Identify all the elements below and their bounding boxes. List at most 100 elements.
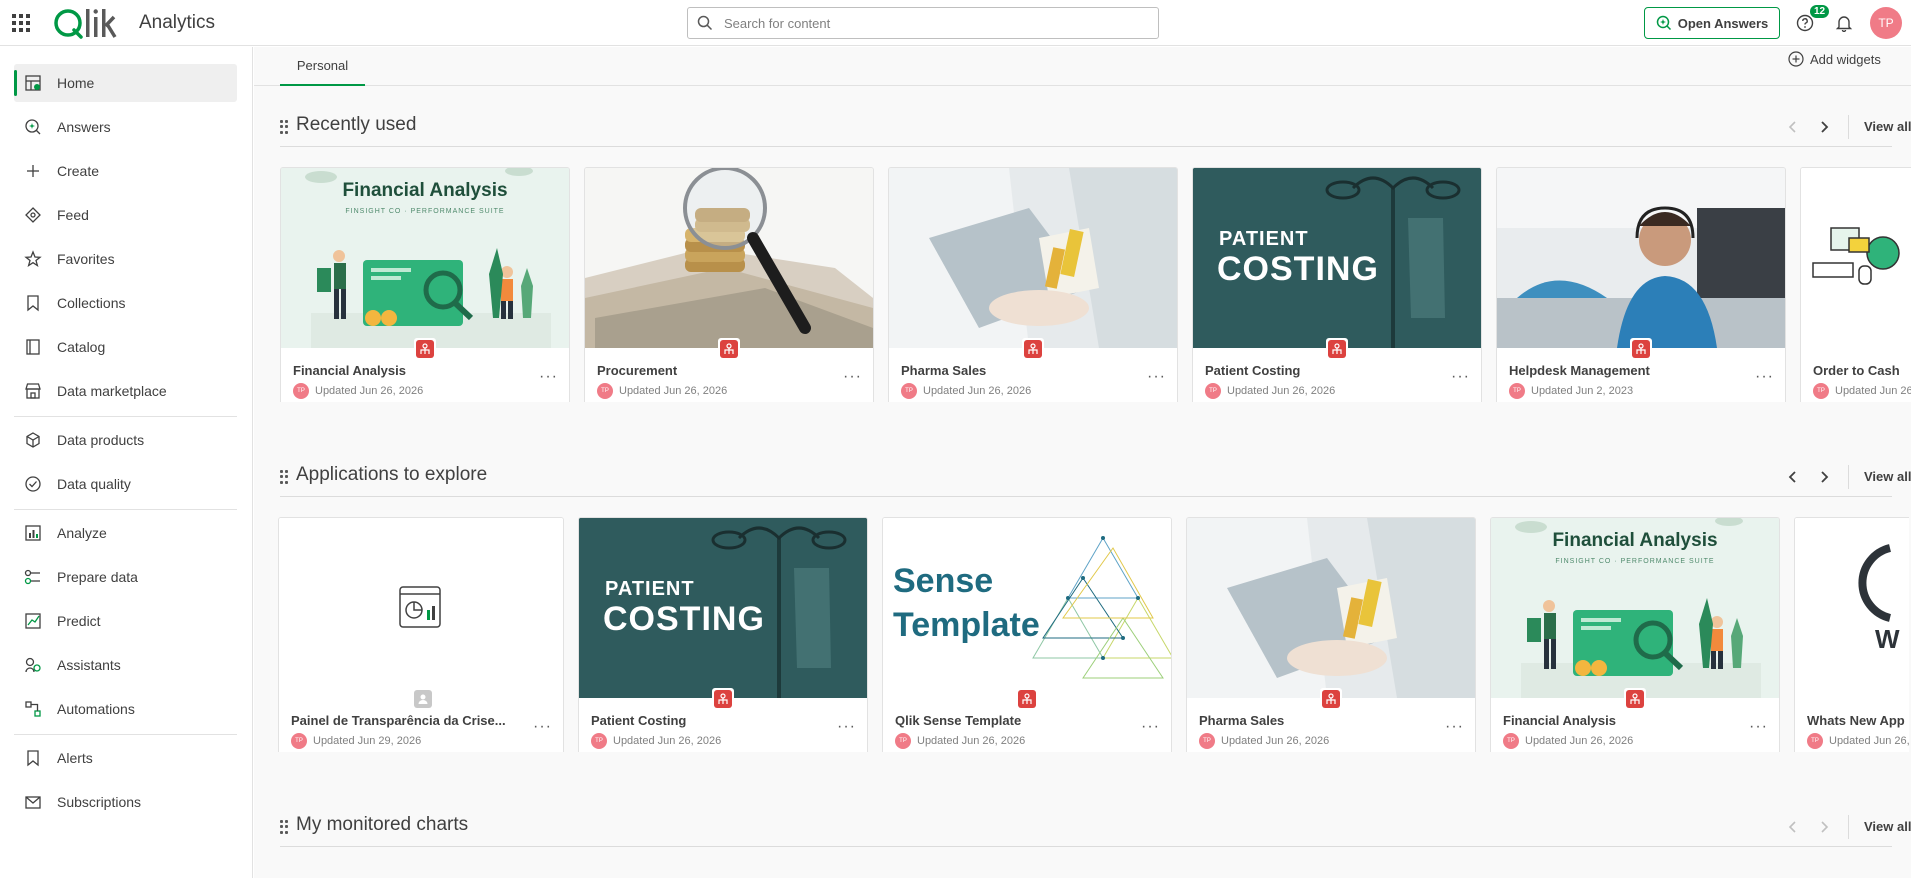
sidebar-item-prepare-data[interactable]: Prepare data — [14, 558, 237, 596]
user-icon — [418, 694, 428, 704]
sidebar-item-subscriptions[interactable]: Subscriptions — [14, 783, 237, 821]
app-card-patient-costing[interactable]: PATIENT COSTING Patient Costing TP Update… — [1192, 167, 1482, 402]
drag-handle-icon[interactable] — [280, 120, 288, 134]
sidebar-item-catalog[interactable]: Catalog — [14, 328, 237, 366]
sidebar-item-automations[interactable]: Automations — [14, 690, 237, 728]
tab-bar: Personal Add widgets — [254, 47, 1911, 86]
star-icon — [24, 250, 42, 267]
sidebar-item-analyze[interactable]: Analyze — [14, 514, 237, 552]
chevron-right-icon[interactable] — [1816, 119, 1832, 135]
thumbnail-title-line2: COSTING — [603, 600, 765, 638]
drag-handle-icon[interactable] — [280, 820, 288, 834]
open-answers-button[interactable]: Open Answers — [1644, 7, 1780, 39]
view-all-link[interactable]: View all — [1864, 119, 1911, 134]
more-options-icon[interactable]: ··· — [1147, 369, 1167, 388]
chevron-left-icon[interactable] — [1785, 119, 1801, 135]
app-card-patient-costing[interactable]: PATIENT COSTING Patient Costing TP Update… — [578, 517, 868, 752]
sidebar-divider — [14, 509, 237, 510]
app-icon — [1028, 343, 1038, 354]
card-meta: TP Updated Jun 26, 2026 — [901, 383, 1031, 399]
more-options-icon[interactable]: ··· — [539, 369, 559, 388]
sidebar-item-label: Create — [57, 163, 100, 179]
card-title: Procurement — [597, 363, 678, 378]
sidebar-item-predict[interactable]: Predict — [14, 602, 237, 640]
card-updated: Updated Jun 26, 2026 — [315, 385, 424, 397]
home-icon — [25, 75, 41, 91]
more-options-icon[interactable]: ··· — [1755, 369, 1775, 388]
view-all-link[interactable]: View all — [1864, 819, 1911, 834]
card-updated: Updated Jun 26, 2026 — [1221, 735, 1330, 747]
app-card-qlik-sense-template[interactable]: Sense Template Qlik Sense Template TP Upd… — [882, 517, 1172, 752]
sidebar-item-label: Predict — [57, 613, 101, 629]
app-card-helpdesk-management[interactable]: Helpdesk Management TP Updated Jun 2, 202… — [1496, 167, 1786, 402]
main-content: Personal Add widgets Recently used View … — [254, 47, 1911, 878]
sidebar-item-home[interactable]: Home — [14, 64, 237, 102]
more-options-icon[interactable]: ··· — [1445, 719, 1465, 738]
sidebar-item-alerts[interactable]: Alerts — [14, 739, 237, 777]
sidebar-item-data-quality[interactable]: Data quality — [14, 465, 237, 503]
more-options-icon[interactable]: ··· — [533, 719, 553, 738]
chevron-right-icon[interactable] — [1816, 469, 1832, 485]
sidebar-item-data-products[interactable]: Data products — [14, 421, 237, 459]
sidebar-item-label: Feed — [57, 207, 89, 223]
answers-icon — [1656, 15, 1671, 31]
header-divider — [1848, 815, 1849, 839]
app-card-procurement[interactable]: Procurement TP Updated Jun 26, 2026 ··· — [584, 167, 874, 402]
more-options-icon[interactable]: ··· — [1141, 719, 1161, 738]
sidebar-item-create[interactable]: Create — [14, 152, 237, 190]
thumbnail-subtitle: FINSIGHT CO · PERFORMANCE SUITE — [1555, 558, 1715, 565]
more-options-icon[interactable]: ··· — [1749, 719, 1769, 738]
chevron-left-icon[interactable] — [1785, 819, 1801, 835]
card-meta: TP Updated Jun 26, 2026 — [895, 733, 1025, 749]
app-card-financial-analysis[interactable]: Financial Analysis FINSIGHT CO · PERFORM… — [1490, 517, 1780, 752]
app-card-painel-transparencia[interactable]: Painel de Transparência da Crise... TP Up… — [278, 517, 564, 752]
app-card-financial-analysis[interactable]: Financial Analysis FINSIGHT CO · PERFORM… — [280, 167, 570, 402]
user-avatar[interactable]: TP — [1870, 7, 1902, 39]
app-title: Analytics — [139, 12, 216, 33]
card-title: Qlik Sense Template — [895, 713, 1022, 728]
app-card-pharma-sales[interactable]: Pharma Sales TP Updated Jun 26, 2026 ··· — [888, 167, 1178, 402]
app-card-whats-new[interactable]: W Whats New App TP Updated Jun 26, 2026 — [1794, 517, 1909, 752]
applications-row: Painel de Transparência da Crise... TP Up… — [278, 517, 1909, 752]
app-icon — [724, 343, 734, 354]
card-title: Patient Costing — [591, 713, 687, 728]
app-icon — [718, 693, 728, 704]
more-options-icon[interactable]: ··· — [843, 369, 863, 388]
view-all-link[interactable]: View all — [1864, 469, 1911, 484]
card-meta: TP Updated Jun 26, 2026 — [293, 383, 423, 399]
more-options-icon[interactable]: ··· — [837, 719, 857, 738]
sidebar-item-label: Prepare data — [57, 569, 138, 585]
thumbnail-title-line1: PATIENT — [1219, 228, 1309, 250]
sidebar-item-favorites[interactable]: Favorites — [14, 240, 237, 278]
app-launcher-grid-icon[interactable] — [12, 14, 30, 32]
sidebar-item-collections[interactable]: Collections — [14, 284, 237, 322]
chevron-right-icon[interactable] — [1816, 819, 1832, 835]
qlik-logo[interactable] — [52, 4, 132, 42]
tab-personal[interactable]: Personal — [280, 47, 365, 86]
bell-icon[interactable] — [1835, 14, 1853, 32]
search-box[interactable] — [687, 7, 1159, 39]
search-input[interactable] — [724, 15, 1158, 31]
app-card-pharma-sales[interactable]: Pharma Sales TP Updated Jun 26, 2026 ··· — [1186, 517, 1476, 752]
owner-avatar: TP — [291, 733, 307, 749]
sidebar-item-assistants[interactable]: Assistants — [14, 646, 237, 684]
more-options-icon[interactable]: ··· — [1451, 369, 1471, 388]
help-icon[interactable] — [1796, 14, 1814, 32]
app-card-order-to-cash[interactable]: Order to Cash TP Updated Jun 26, 2026 — [1800, 167, 1911, 402]
card-updated: Updated Jun 26, 2026 — [1829, 735, 1909, 747]
thumbnail-title: Financial Analysis — [342, 180, 508, 201]
chevron-left-icon[interactable] — [1785, 469, 1801, 485]
app-type-badge — [1624, 688, 1646, 710]
financial-thumbnail: Financial Analysis FINSIGHT CO · PERFORM… — [281, 168, 569, 348]
order-thumbnail — [1801, 168, 1911, 348]
add-widgets-button[interactable]: Add widgets — [1788, 49, 1881, 69]
section-title: My monitored charts — [296, 814, 469, 835]
card-title: Pharma Sales — [901, 363, 987, 378]
drag-handle-icon[interactable] — [280, 470, 288, 484]
sidebar-item-data-marketplace[interactable]: Data marketplace — [14, 372, 237, 410]
card-updated: Updated Jun 26, 2026 — [923, 385, 1032, 397]
sidebar-item-label: Data marketplace — [57, 383, 167, 399]
sidebar-item-feed[interactable]: Feed — [14, 196, 237, 234]
sidebar-item-answers[interactable]: Answers — [14, 108, 237, 146]
card-updated: Updated Jun 26, 2026 — [917, 735, 1026, 747]
